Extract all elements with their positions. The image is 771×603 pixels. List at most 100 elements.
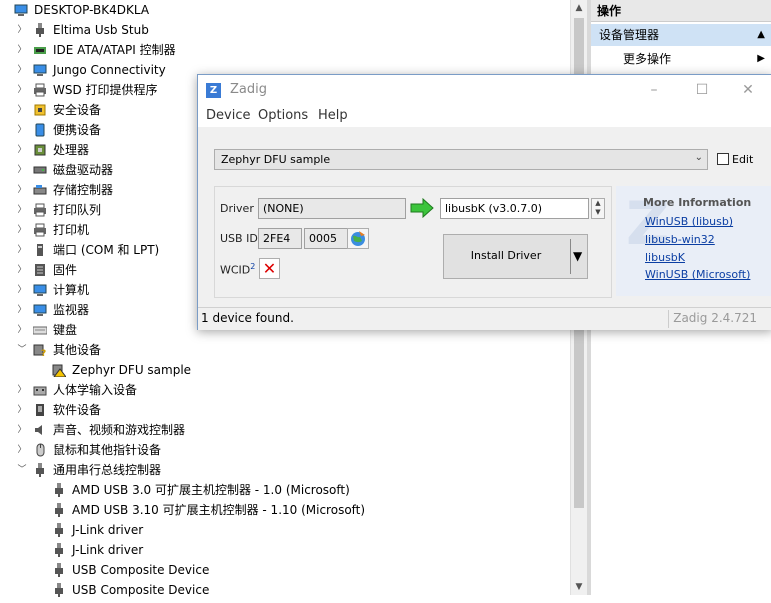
svg-text:?: ? — [41, 349, 46, 357]
chevron-right-icon[interactable]: 〉 — [16, 140, 28, 160]
chevron-right-icon[interactable]: 〉 — [16, 300, 28, 320]
chevron-down-icon[interactable]: ﹀ — [16, 340, 28, 360]
pid-field: 0005 — [304, 228, 348, 249]
menu-device[interactable]: Device — [206, 108, 250, 123]
storage-controller-icon — [33, 183, 47, 197]
keyboard-icon — [32, 323, 48, 337]
link-winusb-microsoft[interactable]: WinUSB (Microsoft) — [645, 268, 750, 281]
close-icon[interactable]: ✕ — [738, 80, 758, 100]
driver-target-field[interactable]: libusbK (v3.0.7.0) — [440, 198, 589, 219]
spin-down-icon[interactable]: ▼ — [592, 208, 604, 217]
tree-item-label: USB Composite Device — [72, 563, 210, 577]
chevron-right-icon[interactable]: 〉 — [16, 180, 28, 200]
scroll-down-icon[interactable]: ▼ — [571, 579, 587, 595]
device-select[interactable]: Zephyr DFU sample ⌄ — [214, 149, 708, 170]
ide-controller-icon — [33, 43, 47, 57]
install-driver-label: Install Driver — [470, 249, 542, 262]
minimize-icon[interactable]: – — [644, 80, 664, 100]
chevron-right-icon[interactable]: 〉 — [16, 60, 28, 80]
status-text: 1 device found. — [201, 311, 294, 325]
scroll-up-icon[interactable]: ▲ — [571, 0, 587, 16]
driver-label: Driver — [220, 202, 254, 215]
edit-checkbox[interactable] — [717, 153, 729, 165]
chevron-right-icon[interactable]: 〉 — [16, 100, 28, 120]
usb-plug-icon — [52, 543, 66, 557]
tree-item-label: 键盘 — [53, 323, 78, 337]
tree-item-label: Jungo Connectivity — [53, 63, 166, 77]
menu-help[interactable]: Help — [318, 108, 348, 123]
tree-item-label: 处理器 — [53, 143, 90, 157]
usb-plug-icon — [33, 463, 47, 477]
chevron-right-icon[interactable]: 〉 — [16, 420, 28, 440]
usb-plug-icon — [52, 563, 66, 577]
dropdown-arrow-icon[interactable]: ▼ — [573, 249, 582, 263]
chevron-right-icon[interactable]: 〉 — [16, 80, 28, 100]
chevron-down-icon: ⌄ — [694, 152, 703, 163]
chevron-right-icon[interactable]: 〉 — [16, 380, 28, 400]
globe-icon[interactable] — [347, 228, 369, 249]
zadig-window: Z Zadig – ☐ ✕ Device Options Help Zephyr… — [197, 74, 771, 330]
chevron-right-icon[interactable]: 〉 — [16, 280, 28, 300]
chevron-right-icon[interactable]: 〉 — [16, 240, 28, 260]
software-device-icon — [33, 403, 47, 417]
driver-current-field: (NONE) — [258, 198, 406, 219]
chevron-right-icon[interactable]: 〉 — [16, 120, 28, 140]
chevron-right-icon[interactable]: 〉 — [16, 160, 28, 180]
warning-device-icon — [52, 363, 67, 378]
chevron-right-icon: ▶ — [757, 53, 765, 64]
chevron-right-icon[interactable]: 〉 — [16, 40, 28, 60]
tree-item-label: USB Composite Device — [72, 583, 210, 597]
tree-item-label: Zephyr DFU sample — [72, 363, 192, 377]
computer-icon — [14, 3, 28, 17]
usb-plug-icon — [33, 23, 47, 37]
actions-device-manager[interactable]: 设备管理器 ▲ — [591, 24, 771, 46]
chevron-right-icon[interactable]: 〉 — [16, 200, 28, 220]
chevron-right-icon[interactable]: 〉 — [16, 400, 28, 420]
chevron-right-icon[interactable]: 〉 — [16, 260, 28, 280]
menu-options[interactable]: Options — [258, 108, 308, 123]
more-info-panel: Z More Information WinUSB (libusb) libus… — [616, 186, 771, 296]
chevron-right-icon[interactable]: 〉 — [16, 440, 28, 460]
tree-item-label: AMD USB 3.0 可扩展主机控制器 - 1.0 (Microsoft) — [72, 483, 350, 497]
spin-up-icon[interactable]: ▲ — [592, 199, 604, 208]
maximize-icon[interactable]: ☐ — [692, 80, 712, 100]
zadig-titlebar[interactable]: Z Zadig – ☐ ✕ — [198, 75, 771, 105]
security-icon — [33, 103, 47, 117]
computer-icon — [33, 283, 47, 297]
link-libusbk[interactable]: libusbK — [645, 251, 685, 264]
tree-root-label: DESKTOP-BK4DKLA — [34, 3, 150, 17]
tree-item-label: 计算机 — [53, 283, 90, 297]
chevron-right-icon[interactable]: 〉 — [16, 220, 28, 240]
edit-label: Edit — [732, 153, 754, 166]
tree-item-label: AMD USB 3.10 可扩展主机控制器 - 1.10 (Microsoft) — [72, 503, 366, 517]
tree-item-label: 存储控制器 — [53, 183, 114, 197]
tree-item-label: 安全设备 — [53, 103, 102, 117]
actions-header: 操作 — [591, 0, 771, 22]
hid-icon — [33, 383, 47, 397]
tree-item-label: WSD 打印提供程序 — [53, 83, 158, 97]
chevron-right-icon[interactable]: 〉 — [16, 320, 28, 340]
firmware-icon — [33, 263, 47, 277]
link-libusb-win32[interactable]: libusb-win32 — [645, 233, 715, 246]
zadig-logo-icon: Z — [206, 83, 221, 98]
tree-item-label: J-Link driver — [72, 543, 144, 557]
vid-field: 2FE4 — [258, 228, 302, 249]
collapse-arrow-icon[interactable]: ▲ — [757, 24, 765, 46]
usbid-label: USB ID — [220, 232, 258, 245]
device-select-value: Zephyr DFU sample — [221, 153, 331, 166]
disk-drive-icon — [33, 163, 47, 177]
mouse-icon — [33, 443, 47, 457]
driver-spinner[interactable]: ▲ ▼ — [591, 198, 605, 219]
actions-more[interactable]: 更多操作 ▶ — [591, 48, 771, 70]
tree-item-label: 软件设备 — [53, 403, 102, 417]
processor-icon — [33, 143, 47, 157]
arrow-right-icon — [410, 198, 434, 218]
chevron-down-icon[interactable]: ﹀ — [16, 460, 28, 480]
monitor-icon — [33, 63, 47, 77]
install-driver-button[interactable]: Install Driver ▼ — [443, 234, 588, 279]
tree-item-label: 端口 (COM 和 LPT) — [53, 243, 160, 257]
tree-item-label: 打印机 — [53, 223, 90, 237]
version-text: Zadig 2.4.721 — [673, 311, 757, 325]
link-winusb-libusb[interactable]: WinUSB (libusb) — [645, 215, 733, 228]
chevron-right-icon[interactable]: 〉 — [16, 20, 28, 40]
